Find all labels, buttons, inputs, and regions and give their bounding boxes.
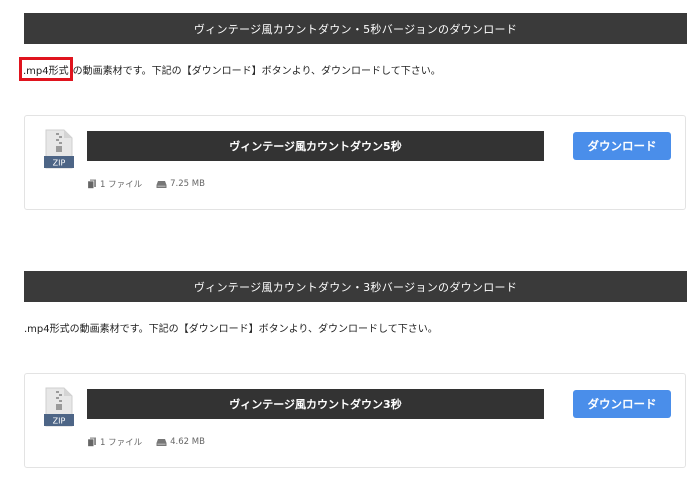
files-icon xyxy=(87,179,97,189)
zip-file-icon: ZIP xyxy=(44,387,74,427)
file-meta: 1 ファイル 4.62 MB xyxy=(87,436,205,448)
file-size: 7.25 MB xyxy=(170,179,205,189)
section-header-5sec: ヴィンテージ風カウントダウン・5秒バージョンのダウンロード xyxy=(24,13,687,44)
download-button[interactable]: ダウンロード xyxy=(573,390,671,418)
file-title: ヴィンテージ風カウントダウン3秒 xyxy=(87,389,544,419)
zip-file-icon: ZIP xyxy=(44,129,74,169)
file-count: 1 ファイル xyxy=(100,438,143,448)
download-button[interactable]: ダウンロード xyxy=(573,132,671,160)
description-text: の動画素材です。下記の【ダウンロード】ボタンより、ダウンロードして下さい。 xyxy=(72,66,441,77)
file-title: ヴィンテージ風カウントダウン5秒 xyxy=(87,131,544,161)
format-highlight: .mp4形式 xyxy=(19,57,73,81)
section-header-3sec: ヴィンテージ風カウントダウン・3秒バージョンのダウンロード xyxy=(24,271,687,302)
zip-label: ZIP xyxy=(53,417,66,426)
section-header-text: ヴィンテージ風カウントダウン・3秒バージョンのダウンロード xyxy=(193,280,518,294)
file-size: 4.62 MB xyxy=(170,437,205,447)
file-meta: 1 ファイル 7.25 MB xyxy=(87,178,205,190)
section-header-text: ヴィンテージ風カウントダウン・5秒バージョンのダウンロード xyxy=(193,22,518,36)
download-page: ヴィンテージ風カウントダウン・5秒バージョンのダウンロード .mp4形式 の動画素… xyxy=(0,0,700,488)
file-count: 1 ファイル xyxy=(100,180,143,190)
files-icon xyxy=(87,437,97,447)
hard-drive-icon xyxy=(156,438,167,447)
section-description: .mp4形式の動画素材です。下記の【ダウンロード】ボタンより、ダウンロードして下… xyxy=(24,324,438,335)
zip-label: ZIP xyxy=(53,159,66,168)
download-card-3sec: ZIP ヴィンテージ風カウントダウン3秒 ダウンロード 1 ファイル 4.62 … xyxy=(24,373,686,468)
section-description: .mp4形式の動画素材です。下記の【ダウンロード】ボタンより、ダウンロードして下… xyxy=(19,57,441,81)
download-card-5sec: ZIP ヴィンテージ風カウントダウン5秒 ダウンロード 1 ファイル 7.25 … xyxy=(24,115,686,210)
hard-drive-icon xyxy=(156,180,167,189)
